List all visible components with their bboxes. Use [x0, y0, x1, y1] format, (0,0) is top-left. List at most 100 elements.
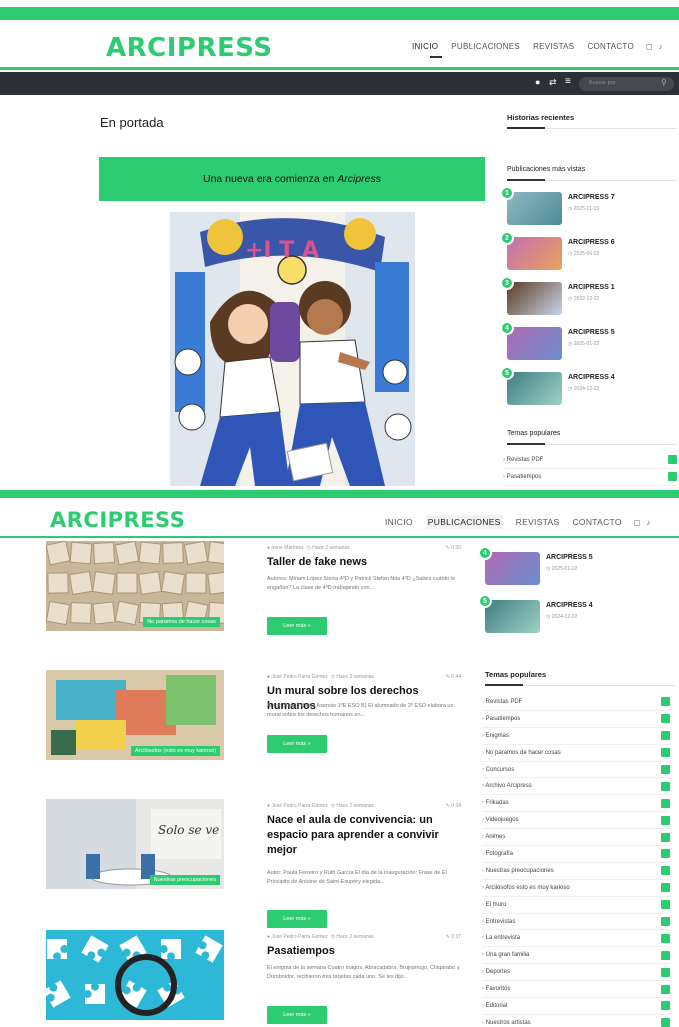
- random-icon[interactable]: ⇄: [549, 77, 557, 88]
- popular-title[interactable]: ARCIPRESS 4: [546, 602, 593, 609]
- post-author[interactable]: Irene Martínez: [271, 545, 303, 551]
- popular-item[interactable]: 2 ARCIPRESS 6 ◷ 2025-06-03: [500, 231, 677, 273]
- topic-row[interactable]: › Nuestras preocupaciones: [482, 863, 670, 880]
- popular-item[interactable]: 5 ARCIPRESS 4 ◷ 2024-12-22: [478, 594, 678, 636]
- post-image[interactable]: No paramos de hacer cosas: [46, 541, 224, 631]
- post-author[interactable]: José Pedro Parra Gómez: [271, 934, 327, 940]
- sticky-instagram-icon[interactable]: ◻: [634, 518, 641, 527]
- topic-row[interactable]: › Nuestros artistas: [482, 1015, 670, 1027]
- popular-item[interactable]: 1 ARCIPRESS 7 ◷ 2025-11-15: [500, 186, 677, 228]
- sticky-nav-publicaciones[interactable]: PUBLICACIONES: [425, 515, 503, 529]
- post-meta: ● José Pedro Parra Gómez ◷ Hace 2 semana…: [267, 674, 461, 680]
- popular-item[interactable]: 4 ARCIPRESS 5 ◷ 2025-01-22: [500, 321, 677, 363]
- topic-row[interactable]: › Revistas PDF: [482, 694, 670, 711]
- clock-icon: ◷: [330, 934, 335, 940]
- topic-row[interactable]: › Concursos: [482, 762, 670, 779]
- topic-row[interactable]: › Pasatiempos: [482, 711, 670, 728]
- tiktok-icon[interactable]: ♪: [659, 42, 663, 51]
- popular-date: ◷ 2022-12-22: [568, 296, 599, 302]
- post-image[interactable]: Solo se ve Nuestras preocupaciones: [46, 799, 224, 889]
- popular-thumb[interactable]: [485, 600, 540, 633]
- popular-thumb[interactable]: [507, 237, 562, 270]
- post-image[interactable]: [46, 930, 224, 1020]
- sticky-nav-revistas[interactable]: REVISTAS: [516, 517, 560, 527]
- topic-row[interactable]: › Pasatiempos: [503, 469, 677, 486]
- search-placeholder: Buscar por: [589, 80, 616, 86]
- popular-thumb[interactable]: [507, 327, 562, 360]
- featured-image[interactable]: +I T A: [170, 212, 415, 486]
- sticky-logo[interactable]: ARCIPRESS: [50, 508, 185, 532]
- sticky-nav-contacto[interactable]: CONTACTO: [572, 517, 621, 527]
- read-more-button[interactable]: Leer más »: [267, 617, 327, 635]
- topic-row[interactable]: › Editorial: [482, 998, 670, 1015]
- svg-text:Solo se ve: Solo se ve: [158, 823, 219, 837]
- post-title[interactable]: Taller de fake news: [267, 555, 462, 570]
- topic-row[interactable]: › Fotografía: [482, 846, 670, 863]
- popular-title[interactable]: ARCIPRESS 5: [568, 329, 615, 336]
- read-more-button[interactable]: Leer más »: [267, 910, 327, 928]
- recent-stories-title: Historias recientes: [507, 113, 575, 122]
- post-author[interactable]: José Pedro Parra Gómez: [271, 674, 327, 680]
- sticky-tiktok-icon[interactable]: ♪: [646, 518, 650, 527]
- topic-row[interactable]: › Favoritos: [482, 981, 670, 999]
- search-icon[interactable]: ⚲: [661, 78, 667, 87]
- topic-label: Pasatiempos: [485, 715, 521, 722]
- popular-thumb[interactable]: [485, 552, 540, 585]
- topic-row[interactable]: › Archivo Arcipress: [482, 778, 670, 796]
- comments-icon: ✎: [445, 545, 450, 551]
- post-title[interactable]: Nace el aula de convivencia: un espacio …: [267, 813, 462, 858]
- nav-item-revistas[interactable]: REVISTAS: [533, 42, 574, 51]
- popular-thumb[interactable]: [507, 282, 562, 315]
- category-badge[interactable]: No paramos de hacer cosas: [143, 617, 220, 627]
- clock-icon: ◷: [546, 566, 551, 572]
- topic-row[interactable]: › Enigmas: [482, 728, 670, 745]
- nav-item-publicaciones[interactable]: PUBLICACIONES: [451, 42, 520, 51]
- chevron-right-icon: ›: [482, 986, 484, 993]
- post-author[interactable]: José Pedro Parra Gómez: [271, 803, 327, 809]
- post-excerpt: Autor: Juanjo Badía Asensio 1ºE ESO B) E…: [267, 703, 454, 718]
- featured-title-box[interactable]: Una nueva era comienza en Arcipress: [99, 157, 485, 201]
- category-badge[interactable]: Arcilósofos (esto es muy karioso): [131, 746, 220, 756]
- topic-row[interactable]: › Frikadas: [482, 795, 670, 813]
- topic-row[interactable]: › No paramos de hacer cosas: [482, 745, 670, 762]
- topic-row[interactable]: › La entrevista: [482, 930, 670, 948]
- chevron-right-icon: ›: [482, 952, 484, 959]
- popular-title[interactable]: ARCIPRESS 6: [568, 239, 615, 246]
- topic-row[interactable]: › Deportes: [482, 964, 670, 982]
- read-more-button[interactable]: Leer más »: [267, 735, 327, 753]
- post-image[interactable]: Arcilósofos (esto es muy karioso): [46, 670, 224, 760]
- popular-thumb[interactable]: [507, 192, 562, 225]
- nav-item-contacto[interactable]: CONTACTO: [587, 42, 634, 51]
- popular-thumb[interactable]: [507, 372, 562, 405]
- sticky-header: ARCIPRESS INICIO PUBLICACIONES REVISTAS …: [0, 498, 679, 538]
- search-input[interactable]: Buscar por ⚲: [579, 77, 674, 91]
- topic-row[interactable]: › Entrevistas: [482, 914, 670, 931]
- topic-row[interactable]: › Una gran familia: [482, 947, 670, 965]
- popular-title[interactable]: ARCIPRESS 1: [568, 284, 615, 291]
- topic-row[interactable]: › Revistas PDF: [503, 452, 677, 469]
- topic-label: Animes: [485, 834, 506, 841]
- sticky-nav-inicio[interactable]: INICIO: [385, 517, 413, 527]
- topics-rule: [485, 684, 675, 686]
- category-badge[interactable]: Nuestras preocupaciones: [149, 875, 220, 885]
- topic-label: Entrevistas: [485, 918, 516, 925]
- popular-title[interactable]: ARCIPRESS 7: [568, 194, 615, 201]
- post-title[interactable]: Pasatiempos: [267, 944, 462, 959]
- topic-row[interactable]: › Animes: [482, 829, 670, 847]
- topic-row[interactable]: › Arcilósofos esto es muy karioso: [482, 880, 670, 897]
- topic-row[interactable]: › El muro: [482, 897, 670, 914]
- popular-item[interactable]: 4 ARCIPRESS 5 ◷ 2025-01-22: [478, 546, 678, 588]
- read-more-button[interactable]: Leer más »: [267, 1006, 327, 1024]
- menu-icon[interactable]: ≡: [565, 76, 571, 87]
- instagram-icon[interactable]: ◻: [646, 42, 653, 51]
- popular-title[interactable]: ARCIPRESS 4: [568, 374, 615, 381]
- popular-item[interactable]: 3 ARCIPRESS 1 ◷ 2022-12-22: [500, 276, 677, 318]
- topic-count-icon: [661, 900, 670, 910]
- clock-icon: ◷: [568, 206, 573, 212]
- topic-row[interactable]: › Videojuegos: [482, 812, 670, 830]
- popular-item[interactable]: 5 ARCIPRESS 4 ◷ 2024-12-22: [500, 366, 677, 408]
- site-logo[interactable]: ARCIPRESS: [106, 33, 273, 63]
- popular-title[interactable]: ARCIPRESS 5: [546, 554, 593, 561]
- user-icon[interactable]: ●: [535, 77, 540, 87]
- nav-item-inicio[interactable]: INICIO: [412, 42, 438, 51]
